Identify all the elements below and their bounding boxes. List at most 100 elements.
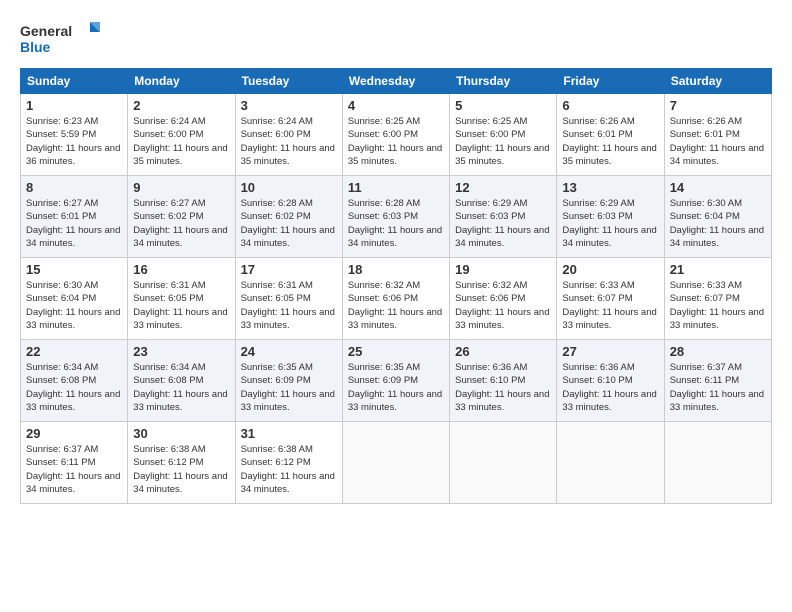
calendar-cell: 17 Sunrise: 6:31 AM Sunset: 6:05 PM Dayl… <box>235 258 342 340</box>
day-info: Sunrise: 6:24 AM Sunset: 6:00 PM Dayligh… <box>133 115 229 168</box>
calendar-cell: 19 Sunrise: 6:32 AM Sunset: 6:06 PM Dayl… <box>450 258 557 340</box>
header: General Blue <box>20 18 772 58</box>
day-number: 3 <box>241 98 337 113</box>
day-number: 29 <box>26 426 122 441</box>
day-number: 1 <box>26 98 122 113</box>
calendar-header-saturday: Saturday <box>664 69 771 94</box>
calendar-cell: 29 Sunrise: 6:37 AM Sunset: 6:11 PM Dayl… <box>21 422 128 504</box>
calendar-cell: 30 Sunrise: 6:38 AM Sunset: 6:12 PM Dayl… <box>128 422 235 504</box>
calendar-cell: 25 Sunrise: 6:35 AM Sunset: 6:09 PM Dayl… <box>342 340 449 422</box>
calendar-cell: 5 Sunrise: 6:25 AM Sunset: 6:00 PM Dayli… <box>450 94 557 176</box>
day-info: Sunrise: 6:28 AM Sunset: 6:03 PM Dayligh… <box>348 197 444 250</box>
day-info: Sunrise: 6:36 AM Sunset: 6:10 PM Dayligh… <box>455 361 551 414</box>
calendar-cell: 7 Sunrise: 6:26 AM Sunset: 6:01 PM Dayli… <box>664 94 771 176</box>
calendar-cell: 4 Sunrise: 6:25 AM Sunset: 6:00 PM Dayli… <box>342 94 449 176</box>
calendar-header-friday: Friday <box>557 69 664 94</box>
day-info: Sunrise: 6:26 AM Sunset: 6:01 PM Dayligh… <box>670 115 766 168</box>
calendar-body: 1 Sunrise: 6:23 AM Sunset: 5:59 PM Dayli… <box>21 94 772 504</box>
day-number: 23 <box>133 344 229 359</box>
calendar-cell: 15 Sunrise: 6:30 AM Sunset: 6:04 PM Dayl… <box>21 258 128 340</box>
day-info: Sunrise: 6:34 AM Sunset: 6:08 PM Dayligh… <box>133 361 229 414</box>
day-number: 31 <box>241 426 337 441</box>
calendar-week-5: 29 Sunrise: 6:37 AM Sunset: 6:11 PM Dayl… <box>21 422 772 504</box>
day-number: 13 <box>562 180 658 195</box>
day-info: Sunrise: 6:37 AM Sunset: 6:11 PM Dayligh… <box>670 361 766 414</box>
day-info: Sunrise: 6:30 AM Sunset: 6:04 PM Dayligh… <box>26 279 122 332</box>
calendar-cell: 1 Sunrise: 6:23 AM Sunset: 5:59 PM Dayli… <box>21 94 128 176</box>
day-number: 24 <box>241 344 337 359</box>
day-info: Sunrise: 6:32 AM Sunset: 6:06 PM Dayligh… <box>455 279 551 332</box>
day-info: Sunrise: 6:35 AM Sunset: 6:09 PM Dayligh… <box>241 361 337 414</box>
calendar-cell: 8 Sunrise: 6:27 AM Sunset: 6:01 PM Dayli… <box>21 176 128 258</box>
calendar-cell: 26 Sunrise: 6:36 AM Sunset: 6:10 PM Dayl… <box>450 340 557 422</box>
day-number: 22 <box>26 344 122 359</box>
day-info: Sunrise: 6:28 AM Sunset: 6:02 PM Dayligh… <box>241 197 337 250</box>
day-number: 17 <box>241 262 337 277</box>
day-number: 15 <box>26 262 122 277</box>
calendar-cell <box>450 422 557 504</box>
calendar-cell: 24 Sunrise: 6:35 AM Sunset: 6:09 PM Dayl… <box>235 340 342 422</box>
day-info: Sunrise: 6:24 AM Sunset: 6:00 PM Dayligh… <box>241 115 337 168</box>
calendar-week-2: 8 Sunrise: 6:27 AM Sunset: 6:01 PM Dayli… <box>21 176 772 258</box>
calendar-cell: 6 Sunrise: 6:26 AM Sunset: 6:01 PM Dayli… <box>557 94 664 176</box>
calendar-cell: 21 Sunrise: 6:33 AM Sunset: 6:07 PM Dayl… <box>664 258 771 340</box>
calendar-header-sunday: Sunday <box>21 69 128 94</box>
calendar-week-1: 1 Sunrise: 6:23 AM Sunset: 5:59 PM Dayli… <box>21 94 772 176</box>
calendar-cell: 13 Sunrise: 6:29 AM Sunset: 6:03 PM Dayl… <box>557 176 664 258</box>
calendar-cell <box>342 422 449 504</box>
day-number: 11 <box>348 180 444 195</box>
svg-text:Blue: Blue <box>20 39 51 55</box>
day-number: 25 <box>348 344 444 359</box>
calendar-week-4: 22 Sunrise: 6:34 AM Sunset: 6:08 PM Dayl… <box>21 340 772 422</box>
calendar-cell: 10 Sunrise: 6:28 AM Sunset: 6:02 PM Dayl… <box>235 176 342 258</box>
calendar-cell: 22 Sunrise: 6:34 AM Sunset: 6:08 PM Dayl… <box>21 340 128 422</box>
calendar-header-tuesday: Tuesday <box>235 69 342 94</box>
day-number: 14 <box>670 180 766 195</box>
svg-text:General: General <box>20 23 72 39</box>
calendar-header-thursday: Thursday <box>450 69 557 94</box>
calendar-cell: 14 Sunrise: 6:30 AM Sunset: 6:04 PM Dayl… <box>664 176 771 258</box>
day-number: 21 <box>670 262 766 277</box>
day-info: Sunrise: 6:32 AM Sunset: 6:06 PM Dayligh… <box>348 279 444 332</box>
day-number: 10 <box>241 180 337 195</box>
calendar-cell: 31 Sunrise: 6:38 AM Sunset: 6:12 PM Dayl… <box>235 422 342 504</box>
calendar-cell: 3 Sunrise: 6:24 AM Sunset: 6:00 PM Dayli… <box>235 94 342 176</box>
calendar: SundayMondayTuesdayWednesdayThursdayFrid… <box>20 68 772 504</box>
calendar-week-3: 15 Sunrise: 6:30 AM Sunset: 6:04 PM Dayl… <box>21 258 772 340</box>
day-number: 19 <box>455 262 551 277</box>
page: General Blue SundayMondayTuesdayWednesda… <box>0 0 792 514</box>
day-info: Sunrise: 6:27 AM Sunset: 6:02 PM Dayligh… <box>133 197 229 250</box>
day-number: 28 <box>670 344 766 359</box>
day-info: Sunrise: 6:25 AM Sunset: 6:00 PM Dayligh… <box>455 115 551 168</box>
day-info: Sunrise: 6:25 AM Sunset: 6:00 PM Dayligh… <box>348 115 444 168</box>
day-number: 26 <box>455 344 551 359</box>
day-info: Sunrise: 6:31 AM Sunset: 6:05 PM Dayligh… <box>133 279 229 332</box>
day-info: Sunrise: 6:33 AM Sunset: 6:07 PM Dayligh… <box>562 279 658 332</box>
day-number: 18 <box>348 262 444 277</box>
day-number: 12 <box>455 180 551 195</box>
calendar-cell: 23 Sunrise: 6:34 AM Sunset: 6:08 PM Dayl… <box>128 340 235 422</box>
day-info: Sunrise: 6:33 AM Sunset: 6:07 PM Dayligh… <box>670 279 766 332</box>
day-info: Sunrise: 6:31 AM Sunset: 6:05 PM Dayligh… <box>241 279 337 332</box>
calendar-cell: 11 Sunrise: 6:28 AM Sunset: 6:03 PM Dayl… <box>342 176 449 258</box>
calendar-cell: 18 Sunrise: 6:32 AM Sunset: 6:06 PM Dayl… <box>342 258 449 340</box>
calendar-cell <box>664 422 771 504</box>
day-info: Sunrise: 6:34 AM Sunset: 6:08 PM Dayligh… <box>26 361 122 414</box>
calendar-cell: 16 Sunrise: 6:31 AM Sunset: 6:05 PM Dayl… <box>128 258 235 340</box>
day-info: Sunrise: 6:38 AM Sunset: 6:12 PM Dayligh… <box>241 443 337 496</box>
calendar-cell: 20 Sunrise: 6:33 AM Sunset: 6:07 PM Dayl… <box>557 258 664 340</box>
day-number: 16 <box>133 262 229 277</box>
day-info: Sunrise: 6:26 AM Sunset: 6:01 PM Dayligh… <box>562 115 658 168</box>
day-number: 5 <box>455 98 551 113</box>
logo-svg: General Blue <box>20 18 100 58</box>
day-info: Sunrise: 6:35 AM Sunset: 6:09 PM Dayligh… <box>348 361 444 414</box>
day-info: Sunrise: 6:37 AM Sunset: 6:11 PM Dayligh… <box>26 443 122 496</box>
calendar-header-row: SundayMondayTuesdayWednesdayThursdayFrid… <box>21 69 772 94</box>
day-info: Sunrise: 6:27 AM Sunset: 6:01 PM Dayligh… <box>26 197 122 250</box>
day-info: Sunrise: 6:29 AM Sunset: 6:03 PM Dayligh… <box>455 197 551 250</box>
calendar-cell: 12 Sunrise: 6:29 AM Sunset: 6:03 PM Dayl… <box>450 176 557 258</box>
day-info: Sunrise: 6:36 AM Sunset: 6:10 PM Dayligh… <box>562 361 658 414</box>
calendar-cell: 28 Sunrise: 6:37 AM Sunset: 6:11 PM Dayl… <box>664 340 771 422</box>
calendar-cell: 27 Sunrise: 6:36 AM Sunset: 6:10 PM Dayl… <box>557 340 664 422</box>
logo: General Blue <box>20 18 100 58</box>
